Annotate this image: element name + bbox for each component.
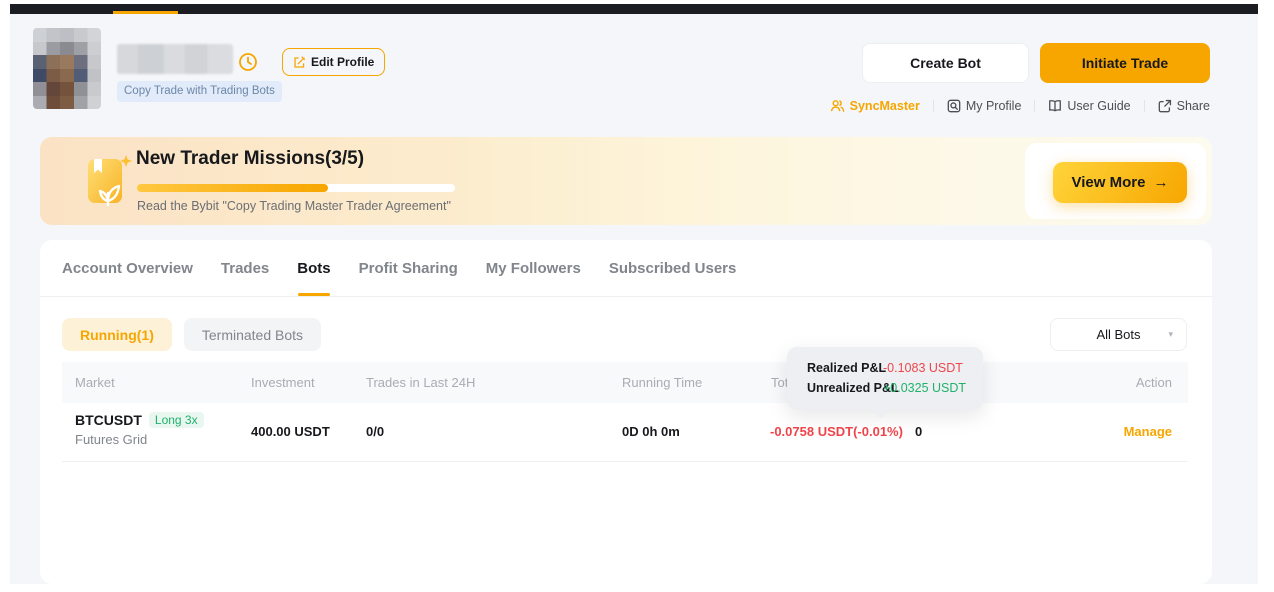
missions-title: New Trader Missions(3/5) <box>136 148 364 170</box>
arrow-right-icon: → <box>1153 174 1168 191</box>
tab-bots[interactable]: Bots <box>297 240 330 296</box>
col-running-time: Running Time <box>622 375 702 390</box>
missions-progress-fill <box>137 184 328 192</box>
share-link[interactable]: Share <box>1158 99 1210 113</box>
filter-running[interactable]: Running(1) <box>62 318 172 351</box>
missions-progress-track <box>137 184 455 192</box>
market-cell: BTCUSDT Long 3x Futures Grid <box>75 412 204 447</box>
side-leverage-badge: Long 3x <box>149 412 204 428</box>
divider <box>1144 100 1145 112</box>
tab-account-overview[interactable]: Account Overview <box>62 240 193 296</box>
profile-search-icon <box>947 99 961 113</box>
missions-book-icon <box>76 149 140 213</box>
chevron-down-icon: ▾ <box>1168 329 1173 340</box>
all-bots-dropdown[interactable]: All Bots ▾ <box>1050 318 1187 351</box>
missions-banner: New Trader Missions(3/5) Read the Bybit … <box>40 137 1212 225</box>
active-tab-indicator <box>113 11 178 14</box>
browser-chrome-bar <box>10 4 1258 14</box>
col-market: Market <box>75 375 115 390</box>
copy-trading-page: Edit Profile Copy Trade with Trading Bot… <box>10 4 1258 584</box>
profile-links: SyncMaster My Profile User Guide Share <box>830 99 1210 113</box>
pnl-tooltip: Realized P&L -0.1083 USDT Unrealized P&L… <box>787 347 983 410</box>
table-row: BTCUSDT Long 3x Futures Grid 400.00 USDT… <box>62 403 1188 462</box>
bots-card: Account Overview Trades Bots Profit Shar… <box>40 240 1212 584</box>
share-icon <box>1158 99 1172 113</box>
market-pair: BTCUSDT <box>75 412 142 428</box>
copy-trade-badge: Copy Trade with Trading Bots <box>117 81 282 102</box>
unrealized-pnl-label: Unrealized P&L <box>807 381 883 395</box>
book-icon <box>1048 99 1062 113</box>
edit-profile-label: Edit Profile <box>311 55 374 69</box>
tab-profit-sharing[interactable]: Profit Sharing <box>359 240 458 296</box>
pending-clock-icon <box>238 52 258 72</box>
bot-type: Futures Grid <box>75 432 204 447</box>
divider <box>1034 100 1035 112</box>
avatar <box>33 28 101 109</box>
my-profile-link[interactable]: My Profile <box>947 99 1022 113</box>
total-pnl-value: -0.0758 USDT(-0.01%) <box>770 424 903 439</box>
col-trades-24h: Trades in Last 24H <box>366 375 475 390</box>
tab-my-followers[interactable]: My Followers <box>486 240 581 296</box>
divider <box>933 100 934 112</box>
create-bot-button[interactable]: Create Bot <box>862 43 1029 83</box>
tab-trades[interactable]: Trades <box>221 240 269 296</box>
edit-pencil-icon <box>293 56 306 69</box>
user-guide-link[interactable]: User Guide <box>1048 99 1130 113</box>
col-investment: Investment <box>251 375 315 390</box>
view-more-button[interactable]: View More → <box>1053 162 1187 203</box>
col-action: Action <box>1136 375 1172 390</box>
realized-pnl-value: -0.1083 USDT <box>883 361 963 375</box>
edit-profile-button[interactable]: Edit Profile <box>282 48 385 76</box>
username-blurred <box>117 44 233 74</box>
trades-24h-value: 0/0 <box>366 424 384 439</box>
unrealized-pnl-value: +0.0325 USDT <box>883 381 966 395</box>
missions-description: Read the Bybit "Copy Trading Master Trad… <box>137 199 451 213</box>
running-time-value: 0D 0h 0m <box>622 424 680 439</box>
table-header: Market Investment Trades in Last 24H Run… <box>62 362 1188 403</box>
initiate-trade-button[interactable]: Initiate Trade <box>1040 43 1210 83</box>
filter-terminated-bots[interactable]: Terminated Bots <box>184 318 321 351</box>
realized-pnl-label: Realized P&L <box>807 361 883 375</box>
bot-status-filter: Running(1) Terminated Bots <box>62 318 321 351</box>
investment-value: 400.00 USDT <box>251 424 330 439</box>
followers-value: 0 <box>915 424 922 439</box>
tab-subscribed-users[interactable]: Subscribed Users <box>609 240 737 296</box>
people-icon <box>830 99 845 113</box>
section-tabs: Account Overview Trades Bots Profit Shar… <box>40 240 1212 297</box>
manage-link[interactable]: Manage <box>1124 424 1172 439</box>
syncmaster-link[interactable]: SyncMaster <box>830 99 920 113</box>
